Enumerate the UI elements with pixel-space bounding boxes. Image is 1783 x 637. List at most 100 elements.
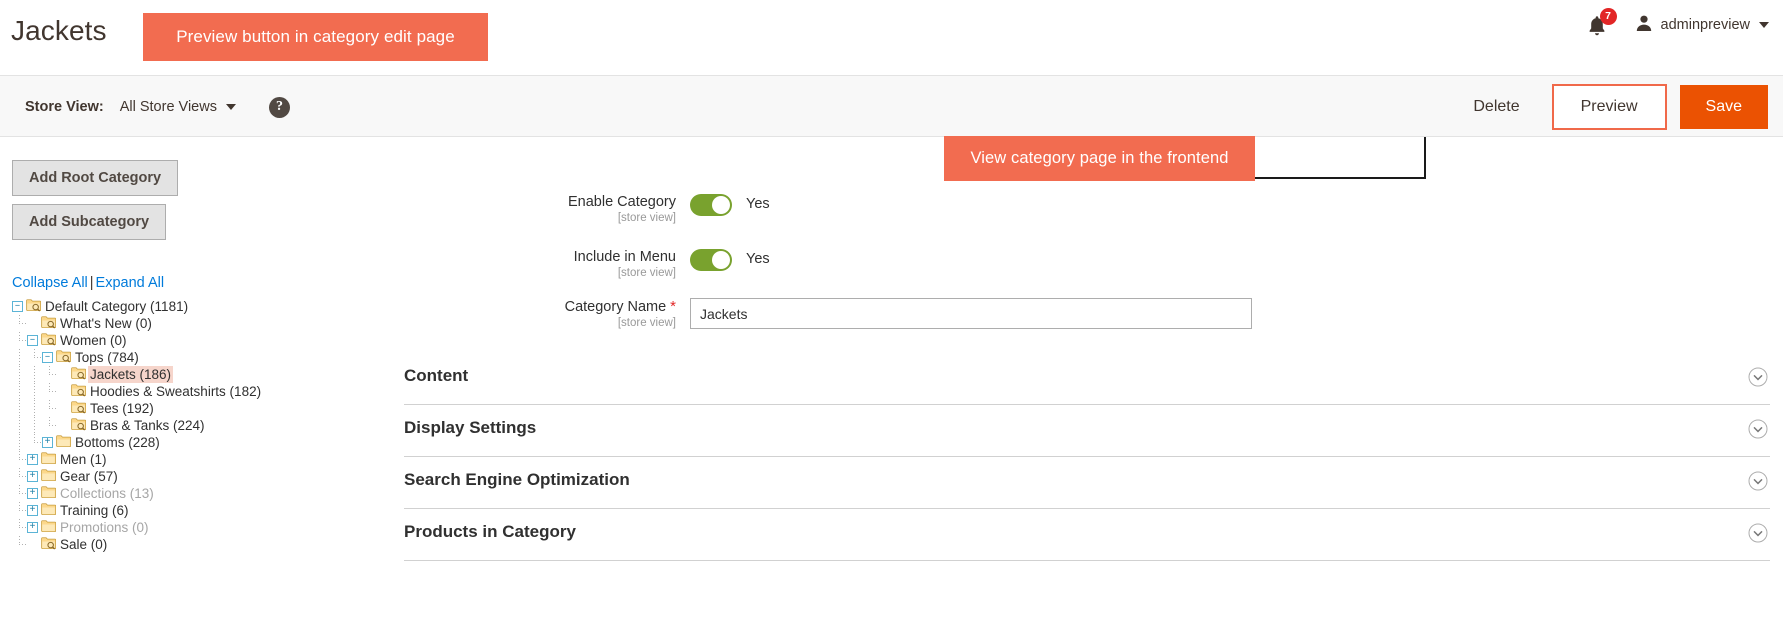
user-name-label: adminpreview <box>1660 17 1750 33</box>
chevron-down-icon <box>1759 22 1769 28</box>
category-tree-item-label: Tees (192) <box>90 401 154 416</box>
chevron-down-circle-icon[interactable] <box>1748 419 1768 439</box>
category-tree-item-label: Bottoms (228) <box>75 435 160 450</box>
tree-controls-separator: | <box>89 275 94 291</box>
category-tree-item[interactable]: – Default Category (1181) <box>12 298 378 315</box>
category-tree-item-label: What's New (0) <box>60 316 152 331</box>
category-tree-item[interactable]: + Promotions (0) <box>12 519 378 536</box>
include-in-menu-toggle[interactable] <box>690 249 732 271</box>
tree-guide-elbow <box>12 536 27 553</box>
category-tree-item[interactable]: + Collections (13) <box>12 485 378 502</box>
tree-collapse-toggle[interactable]: – <box>42 352 53 363</box>
accordion-section-title: Display Settings <box>404 418 537 437</box>
page-actions-toolbar: Store View: All Store Views ? Delete Pre… <box>0 75 1783 137</box>
tree-expand-toggle[interactable]: + <box>27 488 38 499</box>
category-tree-item-label: Collections (13) <box>60 486 154 501</box>
category-tree-item-label: Hoodies & Sweatshirts (182) <box>90 384 262 399</box>
category-tree-item[interactable]: + Bottoms (228) <box>12 434 378 451</box>
folder-search-icon <box>41 536 57 553</box>
category-tree-item[interactable]: What's New (0) <box>12 315 378 332</box>
tree-collapse-toggle[interactable]: – <box>27 335 38 346</box>
annotation-banner-preview-text: Preview button in category edit page <box>176 27 455 46</box>
tree-guide-elbow <box>42 366 57 383</box>
category-tree-item-label: Women (0) <box>60 333 127 348</box>
category-edit-page: Jackets Preview button in category edit … <box>0 0 1783 637</box>
tree-guide-elbow <box>42 417 57 434</box>
page-header: Jackets Preview button in category edit … <box>0 0 1783 75</box>
tree-expand-toggle[interactable]: + <box>27 454 38 465</box>
question-mark-icon[interactable]: ? <box>268 96 290 118</box>
category-tree-item[interactable]: – Women (0) <box>12 332 378 349</box>
folder-search-icon <box>71 400 87 417</box>
category-tree-item[interactable]: Sale (0) <box>12 536 378 553</box>
tree-expand-toggle[interactable]: + <box>42 437 53 448</box>
tree-guide-line <box>12 400 27 417</box>
preview-button[interactable]: Preview <box>1553 86 1665 128</box>
category-tree-item[interactable]: Hoodies & Sweatshirts (182) <box>12 383 378 400</box>
category-tree-item-label: Tops (784) <box>75 350 139 365</box>
expand-all-link[interactable]: Expand All <box>96 275 165 291</box>
delete-button[interactable]: Delete <box>1455 88 1537 126</box>
add-subcategory-button[interactable]: Add Subcategory <box>12 204 167 240</box>
category-tree-item-label: Promotions (0) <box>60 520 149 535</box>
chevron-down-circle-icon[interactable] <box>1748 367 1768 387</box>
enable-category-value: Yes <box>746 196 770 212</box>
annotation-banner-preview-button: Preview button in category edit page <box>143 13 488 61</box>
required-asterisk: * <box>670 298 676 315</box>
folder-icon <box>41 502 57 519</box>
user-account-menu[interactable]: adminpreview <box>1635 14 1769 37</box>
accordion-section[interactable]: Products in Category <box>404 509 1770 561</box>
chevron-down-circle-icon[interactable] <box>1748 471 1768 491</box>
folder-search-icon <box>56 349 72 366</box>
category-tree-item[interactable]: + Men (1) <box>12 451 378 468</box>
notifications-button[interactable]: 7 <box>1587 8 1617 39</box>
accordion-section[interactable]: Content <box>404 353 1770 405</box>
chevron-down-icon <box>225 104 236 110</box>
include-in-menu-label: Include in Menu <box>573 249 676 265</box>
annotation-connector-vertical <box>1424 137 1426 179</box>
store-view-switcher[interactable]: All Store Views <box>120 99 236 115</box>
user-avatar-icon <box>1635 14 1653 37</box>
enable-category-toggle[interactable] <box>690 194 732 216</box>
category-sections-accordion: Content Display Settings Search Engine Opt… <box>404 353 1770 561</box>
tree-guide-elbow <box>12 485 27 502</box>
tree-guide-line <box>27 383 42 400</box>
category-tree-item-label: Sale (0) <box>60 537 108 552</box>
field-enable-category: Enable Category [store view] Yes <box>390 193 770 224</box>
tree-expand-toggle[interactable]: + <box>27 471 38 482</box>
category-name-input[interactable] <box>690 298 1252 329</box>
save-button[interactable]: Save <box>1679 85 1768 129</box>
collapse-all-link[interactable]: Collapse All <box>12 275 88 291</box>
category-tree-item-label: Default Category (1181) <box>45 299 189 314</box>
tree-guide-elbow <box>12 519 27 536</box>
folder-icon <box>41 451 57 468</box>
chevron-down-circle-icon[interactable] <box>1748 523 1768 543</box>
folder-icon <box>56 434 72 451</box>
folder-search-icon <box>71 417 87 434</box>
add-root-category-button[interactable]: Add Root Category <box>12 160 179 196</box>
category-tree-item[interactable]: Bras & Tanks (224) <box>12 417 378 434</box>
accordion-section-title: Search Engine Optimization <box>404 470 630 489</box>
accordion-section[interactable]: Search Engine Optimization <box>404 457 1770 509</box>
tree-guide-elbow <box>27 434 42 451</box>
category-tree-item-label: Gear (57) <box>60 469 118 484</box>
tree-expand-toggle[interactable]: + <box>27 522 38 533</box>
folder-search-icon <box>71 366 87 383</box>
accordion-section[interactable]: Display Settings <box>404 405 1770 457</box>
include-in-menu-label-box: Include in Menu [store view] <box>390 248 690 279</box>
category-tree-item-label: Training (6) <box>60 503 129 518</box>
category-tree-item[interactable]: – Tops (784) <box>12 349 378 366</box>
category-tree-item[interactable]: + Gear (57) <box>12 468 378 485</box>
category-tree-item[interactable]: + Training (6) <box>12 502 378 519</box>
folder-search-icon <box>26 298 42 315</box>
toolbar-action-buttons: Delete Preview Save <box>1455 76 1768 138</box>
category-tree-item[interactable]: Tees (192) <box>12 400 378 417</box>
category-form: Enable Category [store view] Yes Include… <box>390 137 1783 637</box>
tree-expand-toggle[interactable]: + <box>27 505 38 516</box>
category-tree-item-label: Jackets (186) <box>88 366 174 383</box>
folder-search-icon <box>41 332 57 349</box>
annotation-banner-frontend-view: View category page in the frontend <box>944 136 1255 181</box>
tree-guide-elbow <box>27 349 42 366</box>
tree-collapse-toggle[interactable]: – <box>12 301 23 312</box>
category-tree-item[interactable]: Jackets (186) <box>12 366 378 383</box>
